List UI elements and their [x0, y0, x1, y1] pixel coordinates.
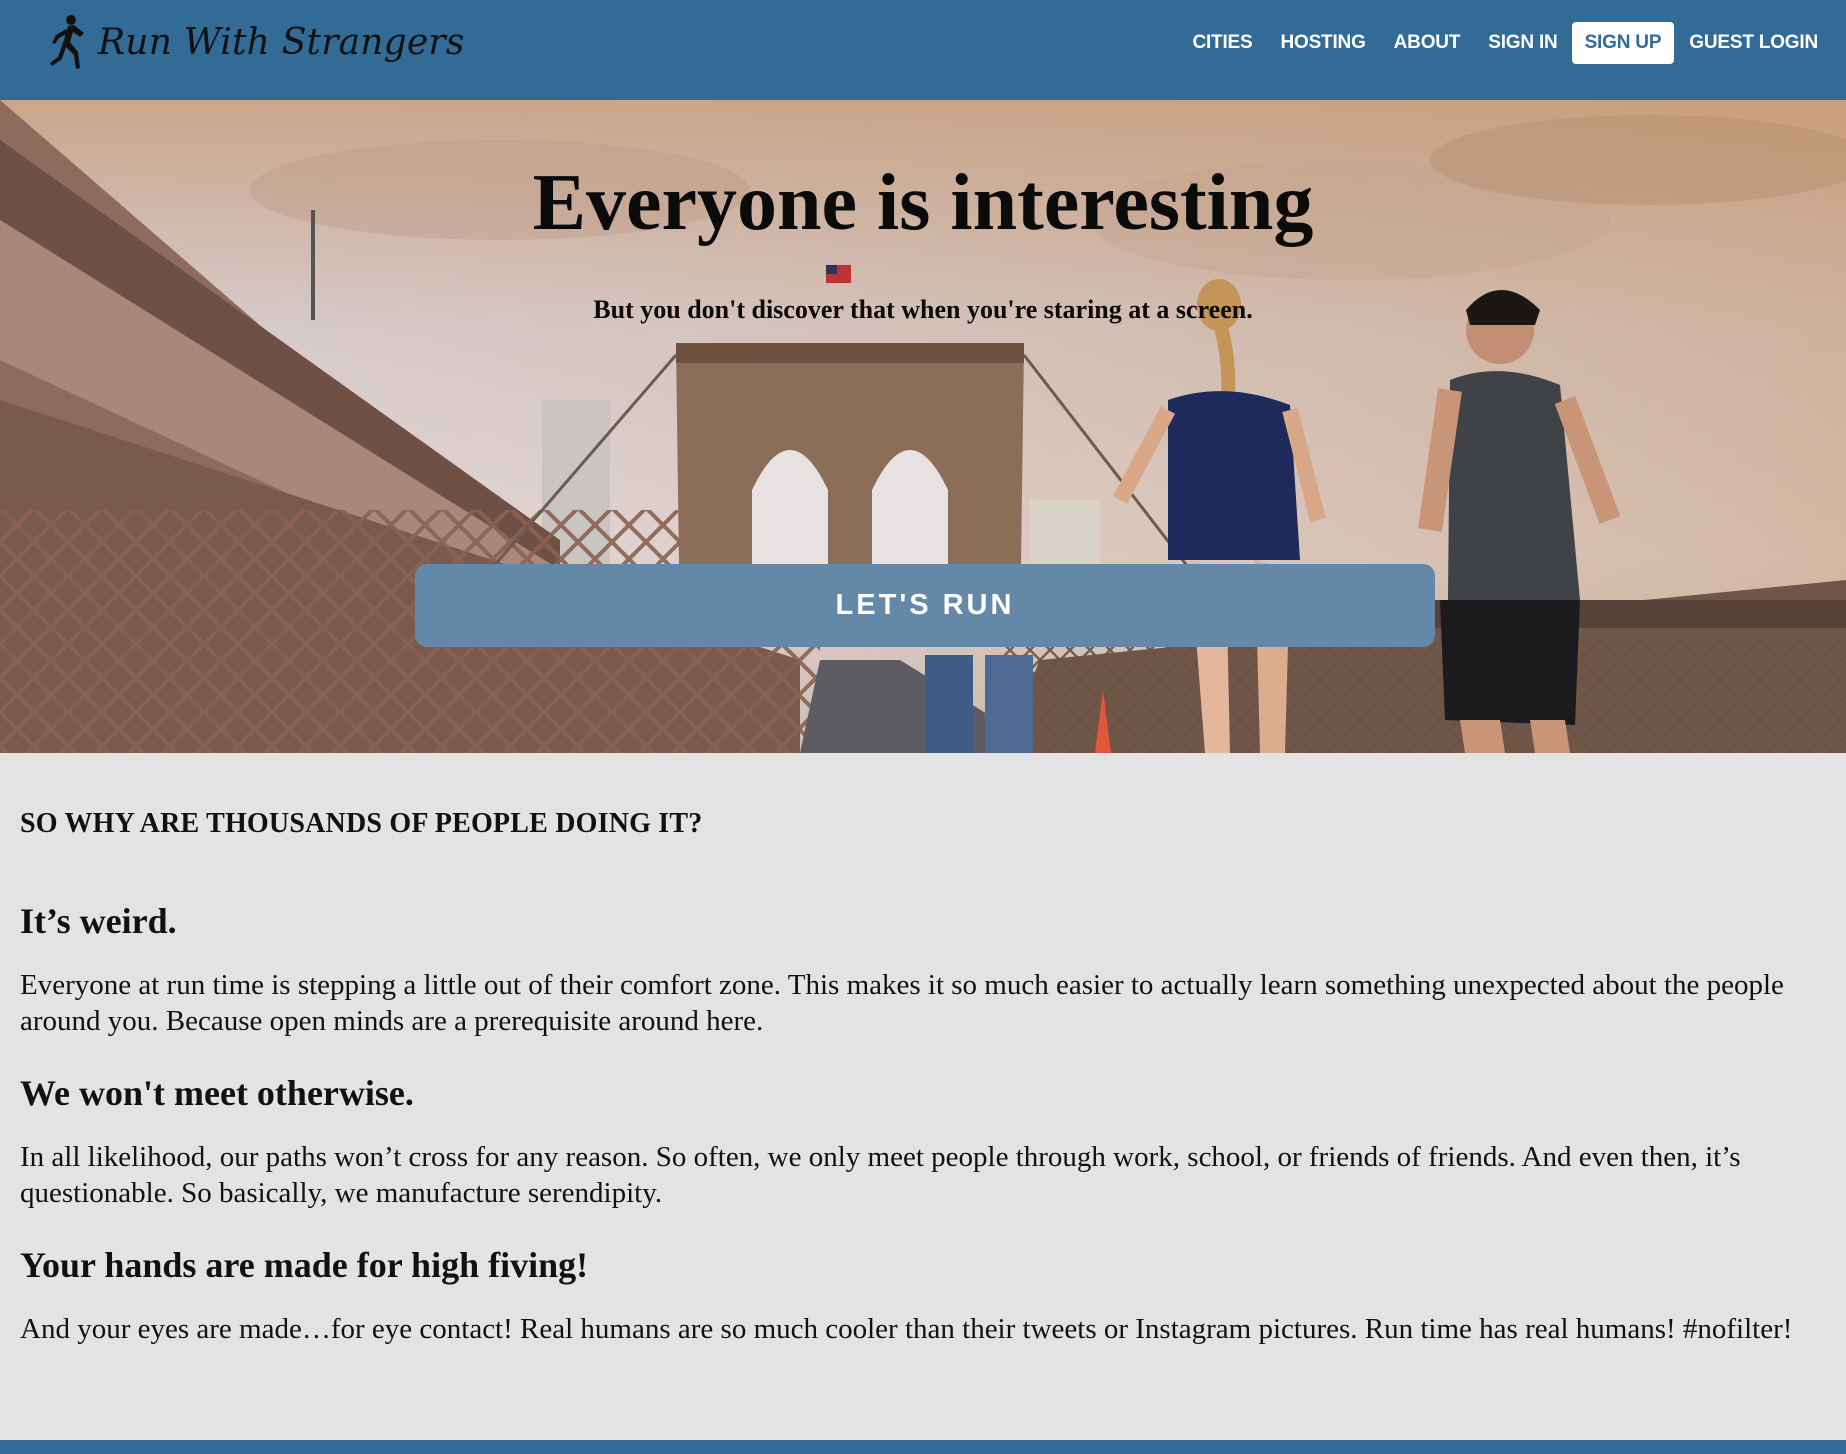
- top-navbar: Run With Strangers CITIES HOSTING ABOUT …: [0, 0, 1846, 100]
- hero-title: Everyone is interesting: [532, 159, 1314, 247]
- logo[interactable]: Run With Strangers: [44, 12, 465, 72]
- logo-text: Run With Strangers: [98, 21, 465, 63]
- runner-icon: [44, 13, 88, 71]
- reason-body-meet: In all likelihood, our paths won’t cross…: [20, 1141, 1741, 1209]
- reason-body-high-five: And your eyes are made…for eye contact! …: [20, 1313, 1793, 1345]
- reason-title-high-five: Your hands are made for high fiving!: [20, 1245, 589, 1285]
- sign-up-button[interactable]: SIGN UP: [1571, 22, 1675, 64]
- main-content: SO WHY ARE THOUSANDS OF PEOPLE DOING IT?…: [20, 808, 1830, 1347]
- nav-links: CITIES HOSTING ABOUT SIGN IN SIGN UP GUE…: [1164, 22, 1818, 64]
- nav-guest-login[interactable]: GUEST LOGIN: [1689, 32, 1818, 54]
- lets-run-button[interactable]: LET'S RUN: [415, 564, 1435, 647]
- nav-hosting[interactable]: HOSTING: [1280, 32, 1365, 54]
- footer-bar: [0, 1440, 1846, 1454]
- reason-title-weird: It’s weird.: [20, 901, 177, 941]
- reason-title-meet: We won't meet otherwise.: [20, 1073, 414, 1113]
- hero-banner: Everyone is interesting But you don't di…: [0, 100, 1846, 753]
- nav-sign-in[interactable]: SIGN IN: [1488, 32, 1558, 54]
- nav-about[interactable]: ABOUT: [1394, 32, 1461, 54]
- hero-subtitle: But you don't discover that when you're …: [593, 295, 1253, 324]
- nav-cities[interactable]: CITIES: [1192, 32, 1252, 54]
- section-heading: SO WHY ARE THOUSANDS OF PEOPLE DOING IT?: [20, 808, 703, 839]
- reason-body-weird: Everyone at run time is stepping a littl…: [20, 969, 1784, 1037]
